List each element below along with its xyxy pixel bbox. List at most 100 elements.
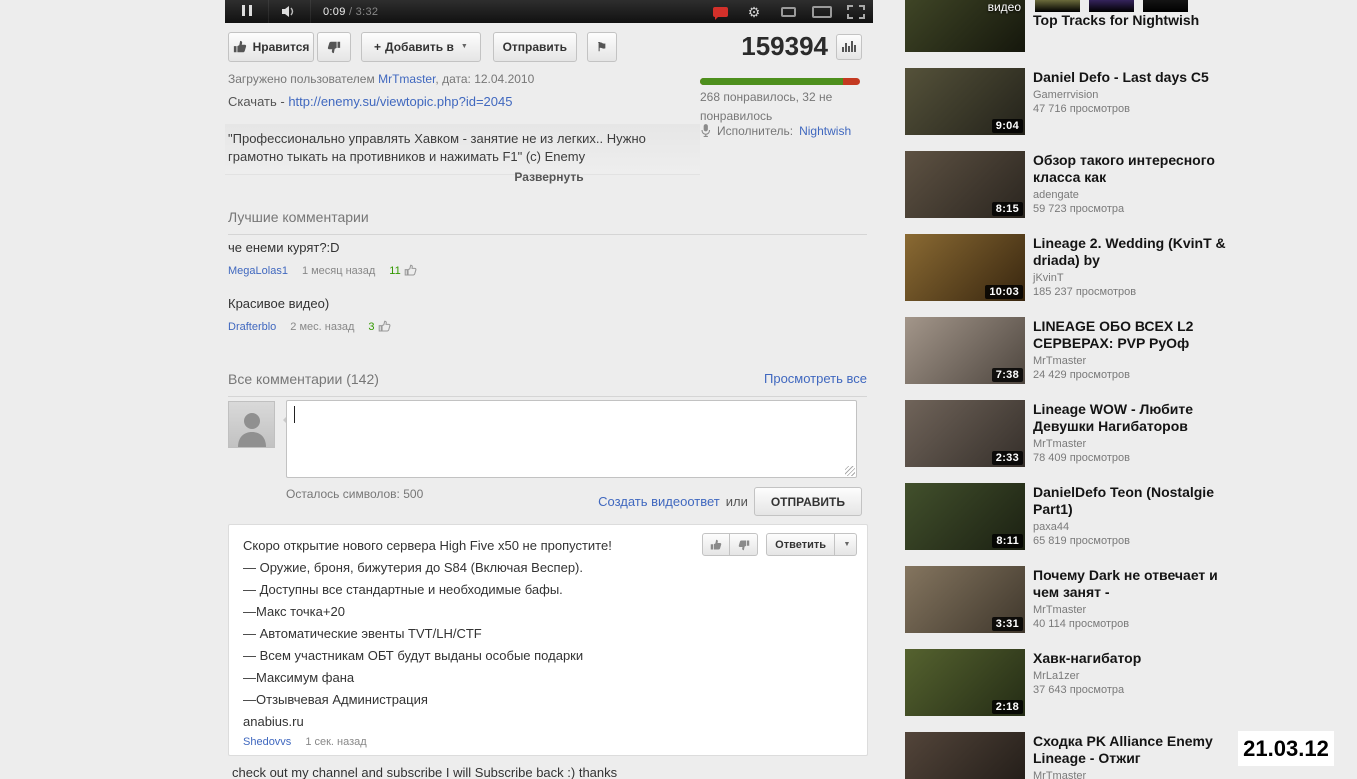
like-button[interactable]: Нравится <box>228 31 314 62</box>
playlist-mini-thumbnail[interactable] <box>1089 0 1134 12</box>
flag-icon: ⚑ <box>596 39 608 54</box>
comment-time: 1 месяц назад <box>301 264 376 277</box>
annotations-button[interactable] <box>703 0 737 23</box>
video-views: 47 716 просмотров <box>1033 103 1130 115</box>
thumb-down-icon <box>738 540 749 550</box>
player-control-bar: 0:09 / 3:32 ⚙ <box>225 0 873 23</box>
reply-button[interactable]: Ответить <box>766 533 835 556</box>
comment-author-link[interactable]: Drafterblo <box>228 321 276 333</box>
gear-icon: ⚙ <box>747 3 761 20</box>
date-stamp: 21.03.12 <box>1238 731 1334 766</box>
video-views: 78 409 просмотров <box>1033 452 1130 464</box>
add-to-button[interactable]: + Добавить в ▼ <box>361 31 481 62</box>
video-author[interactable]: MrTmaster <box>1033 604 1245 616</box>
video-thumbnail[interactable]: 2:33 <box>905 400 1025 467</box>
playlist-title[interactable]: Top Tracks for Nightwish <box>1033 12 1293 29</box>
top-comment: че енеми курят?:D MegaLolas1 1 месяц наз… <box>228 240 858 277</box>
video-thumbnail[interactable]: 2:18 <box>905 649 1025 716</box>
related-video-item[interactable]: 2:18 Хавк-нагибатор MrLa1zer 37 643 прос… <box>905 649 1357 716</box>
volume-button[interactable] <box>269 0 311 23</box>
small-player-button[interactable] <box>771 0 805 23</box>
large-player-button[interactable] <box>805 0 839 23</box>
view-count: 159394 <box>741 31 828 61</box>
video-author[interactable]: Gamerrvision <box>1033 89 1245 101</box>
playlist-overlay-label: видео <box>987 0 1021 14</box>
flag-button[interactable]: ⚑ <box>586 31 617 62</box>
artist-link[interactable]: Nightwish <box>799 124 851 138</box>
dislike-button[interactable] <box>317 31 351 62</box>
comment-input[interactable] <box>286 400 857 478</box>
pause-button[interactable] <box>225 0 269 23</box>
duration-badge: 9:04 <box>991 119 1023 133</box>
video-author[interactable]: jKvinT <box>1033 272 1245 284</box>
video-title[interactable]: Хавк-нагибатор <box>1033 650 1245 667</box>
video-title[interactable]: Daniel Defo - Last days C5 <box>1033 69 1245 86</box>
like-button-label: Нравится <box>252 39 310 54</box>
all-comments-heading: Все комментарии (142) <box>228 371 379 387</box>
video-thumbnail[interactable]: 8:11 <box>905 483 1025 550</box>
comment-dislike-button[interactable] <box>730 533 759 556</box>
video-author[interactable]: MrTmaster <box>1033 770 1245 779</box>
related-video-item[interactable]: 9:04 Daniel Defo - Last days C5 Gamerrvi… <box>905 68 1357 135</box>
view-all-comments-link[interactable]: Просмотреть все <box>764 371 867 387</box>
comment-author-link[interactable]: MegaLolas1 <box>228 265 288 277</box>
related-video-item[interactable]: 8:11 DanielDefo Teon (Nostalgie Part1) p… <box>905 483 1357 550</box>
like-dislike-bar <box>700 78 860 85</box>
comment-time: 1 сек. назад <box>305 736 367 748</box>
video-title[interactable]: Почему Dark не отвечает и чем занят - <box>1033 567 1245 601</box>
playlist-mini-thumbnail[interactable] <box>1143 0 1188 12</box>
uploaded-row: Загружено пользователем MrTmaster, дата:… <box>228 72 534 86</box>
video-title[interactable]: Lineage 2. Wedding (KvinT & driada) by <box>1033 235 1245 269</box>
video-author[interactable]: MrTmaster <box>1033 355 1245 367</box>
reply-options-button[interactable]: ▼ <box>835 533 857 556</box>
playlist-thumbnail[interactable]: видео <box>905 0 1025 52</box>
video-author[interactable]: MrTmaster <box>1033 438 1245 450</box>
video-author[interactable]: MrLa1zer <box>1033 670 1245 682</box>
duration-badge: 8:11 <box>992 534 1023 548</box>
related-video-item[interactable]: 2:33 Lineage WOW - Любите Девушки Нагиба… <box>905 400 1357 467</box>
fullscreen-button[interactable] <box>839 0 873 23</box>
related-video-item[interactable]: 10:03 Lineage 2. Wedding (KvinT & driada… <box>905 234 1357 301</box>
comment-author-link[interactable]: Shedovvs <box>243 736 291 748</box>
video-thumbnail[interactable]: 3:31 <box>905 566 1025 633</box>
video-thumbnail[interactable]: 8:15 <box>905 151 1025 218</box>
share-button[interactable]: Отправить <box>492 31 577 62</box>
thumb-up-icon <box>233 40 246 52</box>
video-title[interactable]: Обзор такого интересного класса как <box>1033 152 1245 186</box>
related-video-item[interactable]: 7:38 LINEAGE ОБО ВСЕХ L2 СЕРВЕРАХ: PVP Р… <box>905 317 1357 384</box>
playlist-mini-thumbnail[interactable] <box>1035 0 1080 12</box>
artist-row: Исполнитель: Nightwish <box>700 123 851 138</box>
microphone-icon <box>701 124 711 138</box>
video-title[interactable]: DanielDefo Teon (Nostalgie Part1) <box>1033 484 1245 518</box>
video-title[interactable]: Сходка PK Alliance Enemy Lineage - Отжиг <box>1033 733 1245 767</box>
stats-button[interactable] <box>836 33 862 60</box>
video-title[interactable]: Lineage WOW - Любите Девушки Нагибаторов <box>1033 401 1245 435</box>
featured-comment-line: anabius.ru <box>243 714 304 729</box>
best-comments-heading: Лучшие комментарии <box>228 209 867 235</box>
comment-like-button[interactable] <box>702 533 731 556</box>
related-video-item[interactable]: 3:31 Почему Dark не отвечает и чем занят… <box>905 566 1357 633</box>
next-comment-teaser: check out my channel and subscribe I wil… <box>232 765 618 779</box>
video-actions-row: Нравится + Добавить в ▼ Отправить ⚑ 1593… <box>228 31 862 62</box>
download-link[interactable]: http://enemy.su/viewtopic.php?id=2045 <box>288 94 512 109</box>
related-video-item[interactable]: 8:15 Обзор такого интересного класса как… <box>905 151 1357 218</box>
resize-handle[interactable] <box>845 466 855 476</box>
video-thumbnail[interactable]: 9:04 <box>905 68 1025 135</box>
top-comment: Красивое видео) Drafterblo 2 мес. назад … <box>228 296 858 333</box>
duration-badge: 8:15 <box>991 202 1023 216</box>
video-thumbnail[interactable] <box>905 732 1025 779</box>
video-views: 37 643 просмотра <box>1033 684 1125 696</box>
add-to-label: Добавить в <box>385 39 454 54</box>
duration-badge: 7:38 <box>991 368 1023 382</box>
video-thumbnail[interactable]: 10:03 <box>905 234 1025 301</box>
video-title[interactable]: LINEAGE ОБО ВСЕХ L2 СЕРВЕРАХ: PVP РуОф <box>1033 318 1245 352</box>
expand-description-button[interactable]: Развернуть <box>514 170 583 184</box>
duration-badge: 10:03 <box>985 285 1023 299</box>
uploader-link[interactable]: MrTmaster <box>378 72 435 86</box>
create-video-response-link[interactable]: Создать видеоответ <box>598 494 720 509</box>
video-author[interactable]: adengate <box>1033 189 1245 201</box>
video-author[interactable]: paxa44 <box>1033 521 1245 533</box>
settings-button[interactable]: ⚙ <box>737 0 771 23</box>
video-thumbnail[interactable]: 7:38 <box>905 317 1025 384</box>
submit-comment-button[interactable]: ОТПРАВИТЬ <box>753 487 862 516</box>
